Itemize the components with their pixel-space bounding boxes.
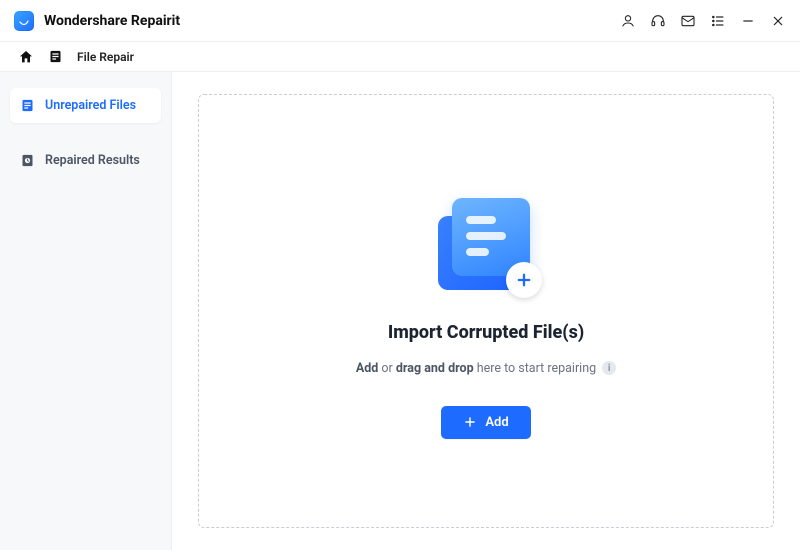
home-icon[interactable] [18, 49, 34, 65]
main-area: Import Corrupted File(s) Add or drag and… [172, 72, 800, 550]
add-button-label: Add [485, 415, 508, 430]
sub-or: or [378, 361, 396, 376]
dropzone[interactable]: Import Corrupted File(s) Add or drag and… [198, 94, 774, 528]
plus-icon [463, 415, 477, 429]
dropzone-headline: Import Corrupted File(s) [388, 322, 584, 343]
body: Unrepaired Files Repaired Results I [0, 72, 800, 550]
clock-icon [20, 153, 35, 168]
titlebar: Wondershare Repairit [0, 0, 800, 42]
sub-after: here to start repairing [474, 361, 597, 376]
add-button[interactable]: Add [441, 406, 530, 439]
minimize-icon[interactable] [740, 13, 756, 29]
sidebar-item-unrepaired[interactable]: Unrepaired Files [10, 88, 161, 123]
sub-drag: drag and drop [396, 361, 474, 376]
titlebar-right [620, 13, 786, 29]
sub-add: Add [356, 361, 378, 376]
account-icon[interactable] [620, 13, 636, 29]
dropzone-subline: Add or drag and drop here to start repai… [356, 361, 616, 376]
titlebar-left: Wondershare Repairit [14, 11, 180, 31]
mail-icon[interactable] [680, 13, 696, 29]
breadcrumb-label: File Repair [77, 50, 134, 64]
app-title: Wondershare Repairit [44, 13, 180, 29]
breadcrumb: File Repair [0, 42, 800, 72]
sidebar-item-label: Repaired Results [45, 153, 140, 168]
file-icon [20, 98, 35, 113]
app-logo [14, 11, 34, 31]
close-icon[interactable] [770, 13, 786, 29]
plus-badge-icon [506, 262, 542, 298]
file-repair-icon [48, 49, 63, 64]
headset-icon[interactable] [650, 13, 666, 29]
sidebar: Unrepaired Files Repaired Results [0, 72, 172, 550]
sidebar-item-label: Unrepaired Files [45, 98, 136, 113]
info-icon[interactable]: i [602, 361, 616, 375]
import-illustration [426, 184, 546, 304]
list-icon[interactable] [710, 13, 726, 29]
sidebar-item-repaired[interactable]: Repaired Results [10, 143, 161, 178]
